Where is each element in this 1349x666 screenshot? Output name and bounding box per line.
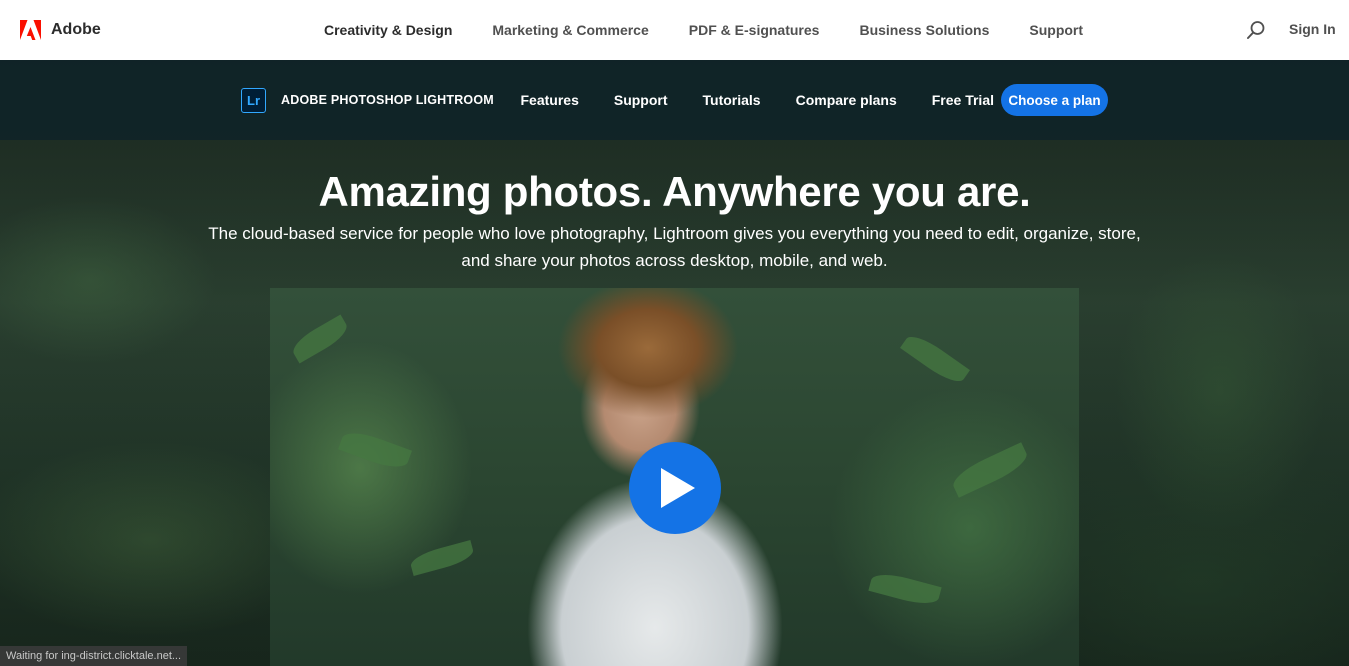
adobe-logo-icon [20, 20, 41, 40]
nav-support[interactable]: Support [1009, 22, 1103, 38]
browser-status-bar: Waiting for ing-district.clicktale.net..… [0, 646, 188, 666]
foliage-decor [948, 442, 1032, 498]
nav-tutorials[interactable]: Tutorials [685, 92, 778, 108]
search-icon[interactable] [1246, 20, 1266, 40]
adobe-home-link[interactable]: Adobe [20, 19, 101, 41]
nav-features[interactable]: Features [503, 92, 596, 108]
nav-marketing-commerce[interactable]: Marketing & Commerce [472, 22, 668, 38]
nav-business-solutions[interactable]: Business Solutions [839, 22, 1009, 38]
lightroom-logo-icon[interactable]: Lr [241, 88, 266, 113]
product-nav-links: Features Support Tutorials Compare plans… [503, 60, 1012, 140]
global-nav-links: Creativity & Design Marketing & Commerce… [304, 0, 1103, 60]
foliage-decor [900, 329, 970, 389]
choose-plan-button[interactable]: Choose a plan [1001, 84, 1108, 116]
brand-name: Adobe [51, 21, 101, 38]
nav-product-support[interactable]: Support [596, 92, 685, 108]
nav-free-trial[interactable]: Free Trial [914, 92, 1011, 108]
global-nav: Adobe Creativity & Design Marketing & Co… [0, 0, 1349, 60]
nav-compare-plans[interactable]: Compare plans [778, 92, 914, 108]
product-nav: Lr ADOBE PHOTOSHOP LIGHTROOM Features Su… [0, 60, 1349, 140]
product-name[interactable]: ADOBE PHOTOSHOP LIGHTROOM [281, 93, 494, 107]
sign-in-link[interactable]: Sign In [1289, 21, 1336, 37]
foliage-decor [288, 314, 352, 364]
play-button[interactable] [629, 442, 721, 534]
hero: Lr ADOBE PHOTOSHOP LIGHTROOM Features Su… [0, 60, 1349, 666]
foliage-decor [868, 569, 942, 609]
nav-creativity-design[interactable]: Creativity & Design [304, 22, 472, 38]
nav-pdf-esignatures[interactable]: PDF & E-signatures [669, 22, 840, 38]
hero-video[interactable] [270, 288, 1079, 666]
hero-subtext: The cloud-based service for people who l… [208, 224, 1141, 270]
foliage-decor [408, 540, 476, 576]
play-icon [661, 468, 695, 508]
hero-headline: Amazing photos. Anywhere you are. [318, 168, 1031, 215]
foliage-decor [338, 426, 412, 474]
